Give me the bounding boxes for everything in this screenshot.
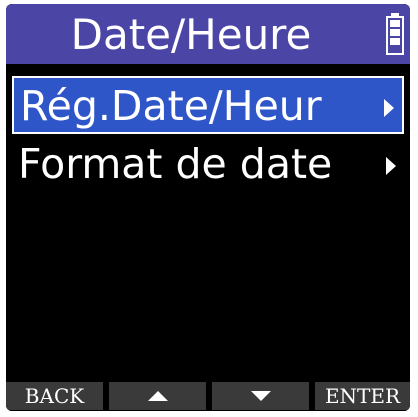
- header-bar: Date/Heure: [6, 4, 410, 64]
- up-button[interactable]: [109, 382, 206, 410]
- menu-item-set-date-time[interactable]: Rég.Date/Heur: [12, 76, 404, 134]
- triangle-up-icon: [147, 391, 168, 401]
- screen: Date/Heure Rég.Date/Heur Format de date: [6, 4, 410, 379]
- back-button-label: BACK: [24, 384, 85, 408]
- chevron-right-icon: [386, 157, 396, 175]
- function-key-bar: BACK ENTER: [6, 379, 410, 411]
- menu-item-label: Format de date: [18, 140, 333, 188]
- menu-item-label: Rég.Date/Heur: [20, 82, 322, 130]
- menu-item-date-format[interactable]: Format de date: [12, 136, 404, 194]
- battery-icon: [386, 13, 404, 55]
- triangle-down-icon: [250, 391, 271, 401]
- device-display: Date/Heure Rég.Date/Heur Format de date …: [6, 4, 410, 411]
- back-button[interactable]: BACK: [6, 382, 103, 410]
- enter-button-label: ENTER: [324, 384, 401, 408]
- chevron-right-icon: [384, 99, 394, 117]
- enter-button[interactable]: ENTER: [315, 382, 410, 410]
- page-title: Date/Heure: [70, 10, 312, 59]
- down-button[interactable]: [212, 382, 309, 410]
